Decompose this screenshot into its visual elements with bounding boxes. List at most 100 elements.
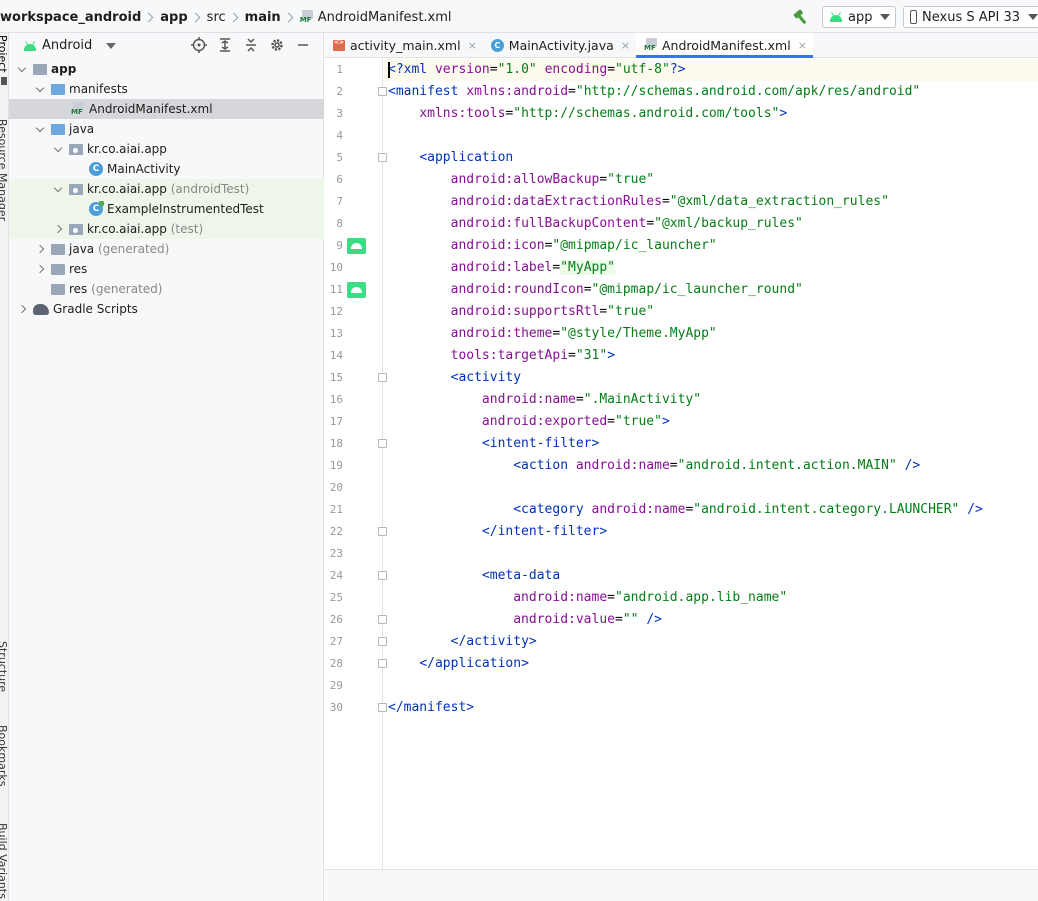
manifest-file-icon: MF [71,102,85,116]
code-line[interactable]: <meta-data [388,568,560,583]
code-line[interactable]: </manifest> [388,700,474,715]
code-line[interactable]: android:value="" /> [388,612,662,627]
tree-item-gradle-scripts[interactable]: Gradle Scripts [9,299,324,319]
code-line[interactable]: <manifest xmlns:android="http://schemas.… [388,84,920,99]
run-configuration-select[interactable]: app [822,6,896,28]
code-line[interactable]: <activity [388,370,521,385]
code-line[interactable]: </application> [388,656,529,671]
expand-arrow-icon[interactable] [35,123,45,132]
manifest-file-icon: MF [644,38,658,52]
tree-item-res[interactable]: res [9,259,324,279]
collapse-arrow-icon[interactable] [35,244,45,254]
code-line[interactable]: </activity> [388,634,537,649]
tree-item-package-test[interactable]: kr.co.aiai.app (test) [9,219,324,239]
code-line[interactable]: android:label="MyApp" [388,260,616,275]
locate-file-icon[interactable] [191,37,207,53]
fold-marker-icon[interactable] [378,527,387,536]
fold-marker-icon[interactable] [378,373,387,382]
breadcrumb-item-project[interactable]: workspace_android [0,10,141,25]
code-line[interactable]: android:allowBackup="true" [388,172,655,187]
breadcrumb-separator-icon [283,12,294,22]
line-number: 4 [336,129,343,142]
package-icon [69,223,83,235]
fold-marker-icon[interactable] [378,87,387,96]
fold-marker-icon[interactable] [378,659,387,668]
line-number: 25 [329,591,343,604]
device-select[interactable]: Nexus S API 33 [903,6,1038,28]
code-line[interactable]: tools:targetApi="31"> [388,348,615,363]
project-view-select[interactable]: Android [23,38,117,53]
code-line[interactable]: <category android:name="android.intent.c… [388,502,983,517]
code-line[interactable]: android:icon="@mipmap/ic_launcher" [388,238,717,253]
tree-item-app[interactable]: app [9,59,324,79]
close-icon[interactable]: × [798,39,807,52]
expand-arrow-icon[interactable] [35,83,45,92]
tree-item-package-androidtest[interactable]: kr.co.aiai.app (androidTest) [9,179,324,199]
tab-mainactivity-java[interactable]: C MainActivity.java × [483,33,636,57]
project-tool-icon[interactable] [1,77,7,85]
fold-marker-icon[interactable] [378,571,387,580]
android-icon [23,40,37,51]
tree-item-label: kr.co.aiai.app [87,182,167,196]
code-line[interactable]: <intent-filter> [388,436,599,451]
tree-item-label: AndroidManifest.xml [89,102,213,116]
build-hammer-icon[interactable] [792,8,810,26]
code-line[interactable]: <application [388,150,513,165]
module-folder-icon [33,63,47,75]
code-line[interactable]: xmlns:tools="http://schemas.android.com/… [388,106,787,121]
tool-window-bookmarks[interactable]: Bookmarks [0,725,8,786]
android-launcher-icon[interactable] [347,238,366,254]
code-line[interactable]: </intent-filter> [388,524,607,539]
collapse-arrow-icon[interactable] [35,264,45,274]
code-line[interactable]: android:fullBackupContent="@xml/backup_r… [388,216,803,231]
tab-activity-main-xml[interactable]: activity_main.xml × [325,33,483,57]
expand-arrow-icon[interactable] [17,63,27,72]
code-line[interactable]: android:roundIcon="@mipmap/ic_launcher_r… [388,282,803,297]
code-line[interactable]: android:name="android.app.lib_name" [388,590,787,605]
breadcrumb: workspace_android app src main MF Androi… [0,9,452,25]
expand-arrow-icon[interactable] [53,143,63,152]
tool-window-structure[interactable]: Structure [0,641,8,692]
tree-item-res-generated[interactable]: res (generated) [9,279,324,299]
close-icon[interactable]: × [468,39,477,52]
tool-window-build-variants[interactable]: Build Variants [0,823,8,899]
breadcrumb-item-main[interactable]: main [245,10,281,25]
gear-icon[interactable] [269,37,285,53]
code-line[interactable]: android:exported="true"> [388,414,670,429]
android-launcher-icon[interactable] [347,282,366,298]
collapse-arrow-icon[interactable] [53,224,63,234]
tree-item-java[interactable]: java [9,119,324,139]
breadcrumb-item-module[interactable]: app [160,10,187,25]
tool-window-project[interactable]: Project [0,35,8,73]
tab-androidmanifest-xml[interactable]: MF AndroidManifest.xml × [635,33,813,58]
fold-marker-icon[interactable] [378,637,387,646]
minimize-icon[interactable] [295,37,311,53]
line-number: 22 [329,525,343,538]
code-line[interactable]: android:dataExtractionRules="@xml/data_e… [388,194,889,209]
breadcrumb-item-file[interactable]: AndroidManifest.xml [318,10,452,25]
tree-item-package-main[interactable]: kr.co.aiai.app [9,139,324,159]
collapse-all-icon[interactable] [243,37,259,53]
code-line[interactable]: android:supportsRtl="true" [388,304,655,319]
code-line[interactable]: android:theme="@style/Theme.MyApp" [388,326,717,341]
breadcrumb-item-src[interactable]: src [207,10,226,25]
expand-all-icon[interactable] [217,37,233,53]
fold-marker-icon[interactable] [378,439,387,448]
expand-arrow-icon[interactable] [53,183,63,192]
tree-item-manifests[interactable]: manifests [9,79,324,99]
tree-item-mainactivity[interactable]: C MainActivity [9,159,324,179]
close-icon[interactable]: × [621,39,630,52]
code-line[interactable]: <action android:name="android.intent.act… [388,458,920,473]
fold-marker-icon[interactable] [378,615,387,624]
project-tool-window: Android app manifests MF AndroidManifest… [9,33,324,901]
tree-item-exampleinstrumentedtest[interactable]: C ExampleInstrumentedTest [9,199,324,219]
tree-item-java-generated[interactable]: java (generated) [9,239,324,259]
code-line[interactable]: <?xml version="1.0" encoding="utf-8"?> [388,62,685,77]
tool-window-resource-manager[interactable]: Resource Manager [0,119,8,221]
code-line[interactable]: android:name=".MainActivity" [388,392,701,407]
fold-marker-icon[interactable] [378,153,387,162]
tree-item-androidmanifest[interactable]: MF AndroidManifest.xml [9,99,324,119]
collapse-arrow-icon[interactable] [17,304,27,314]
fold-marker-icon[interactable] [378,703,387,712]
code-editor[interactable]: 1 2 3 4 5 6 7 8 9 10 11 12 13 14 15 16 17 18 19 20 21 22 23 24 2… [325,59,1038,869]
